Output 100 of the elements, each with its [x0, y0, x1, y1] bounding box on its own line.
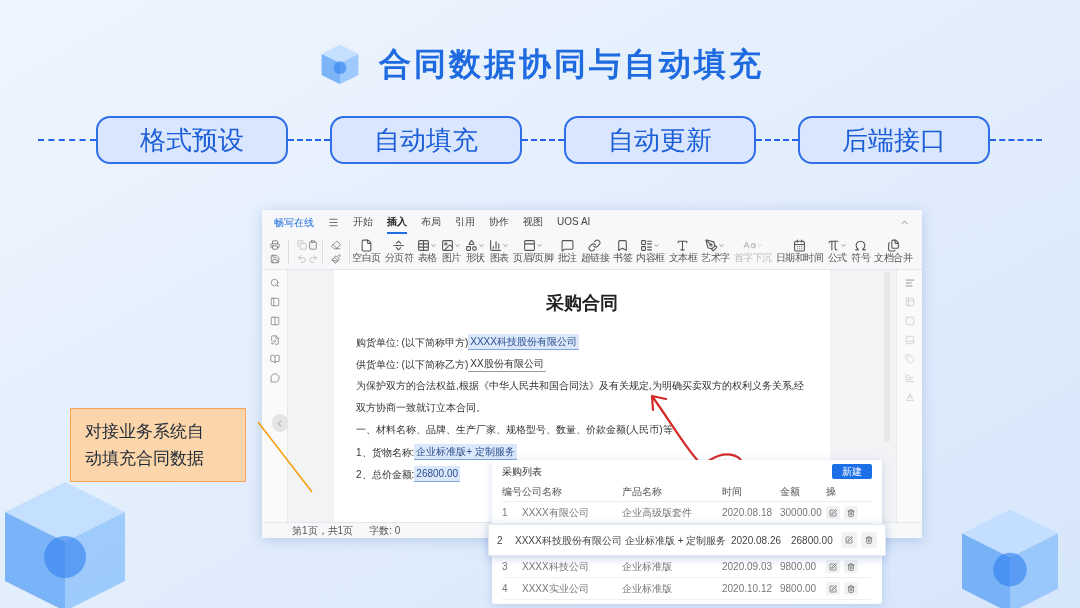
ribbon-tab[interactable]: 开始: [353, 210, 373, 234]
ribbon-tab[interactable]: 引用: [455, 210, 475, 234]
caret-icon: [454, 242, 462, 249]
edit-document-icon[interactable]: [269, 335, 280, 345]
collapse-panel-button[interactable]: [271, 414, 288, 432]
toolbar-button[interactable]: 分页符: [382, 239, 416, 264]
toolbar-button[interactable]: 批注: [555, 239, 579, 264]
paragraph: 一、材料名称、品牌、生产厂家、规格型号、数量、价款金额(人民币)等: [356, 423, 674, 437]
delete-button[interactable]: [844, 560, 858, 573]
app-name: 畅写在线: [274, 215, 314, 230]
toolbar-button[interactable]: 页眉/页脚: [511, 239, 556, 264]
table-cell-text: 2020.08.18: [722, 506, 774, 520]
toolbar-button[interactable]: 图片: [439, 239, 464, 264]
paste-icon[interactable]: [307, 239, 318, 250]
copy-icon[interactable]: [297, 239, 307, 250]
shapes-icon: [465, 239, 479, 252]
eraser-icon[interactable]: [331, 239, 342, 250]
table-cell-text: 4: [502, 582, 509, 596]
edit-button[interactable]: [826, 506, 840, 519]
column-header: 操: [826, 485, 837, 499]
chart-icon[interactable]: [904, 373, 915, 383]
ribbon-tab[interactable]: 视图: [523, 210, 543, 234]
table-cell-text: 2020.08.26: [731, 533, 783, 548]
filled-field: 26800.00: [414, 466, 461, 482]
toolbar-button[interactable]: 书签: [611, 239, 634, 264]
edit-button[interactable]: [826, 560, 840, 573]
documents-icon: [886, 239, 900, 252]
toolbar-button[interactable]: 表格: [415, 239, 440, 264]
table-row[interactable]: 4 XXXX实业公司 企业标准版 2020.10.12 9800.00: [502, 578, 872, 600]
content-box-icon: [640, 239, 654, 252]
dashed-line: [990, 139, 1042, 141]
search-icon[interactable]: [269, 278, 280, 288]
toolbar-button[interactable]: 公式: [825, 239, 849, 264]
menu-icon[interactable]: [328, 216, 339, 228]
panel-icon[interactable]: [269, 297, 280, 307]
field-label: 2、总价金额:: [356, 467, 415, 482]
column-header: 时间: [722, 485, 743, 499]
redo-icon[interactable]: [307, 253, 318, 264]
toolbar-button[interactable]: 文档合并: [872, 239, 914, 264]
caret-icon: [478, 242, 486, 249]
toolbar-button[interactable]: 图表: [487, 239, 512, 264]
toolbar-button[interactable]: 内容框: [634, 239, 667, 264]
image-icon: [441, 239, 455, 252]
toolbar-button[interactable]: 超链接: [578, 239, 611, 264]
table-cell-text: 2020.10.12: [722, 582, 774, 596]
ribbon-tab[interactable]: 布局: [421, 210, 441, 234]
bookmark-icon: [616, 239, 629, 252]
delete-button[interactable]: [861, 532, 877, 548]
caret-icon: [755, 242, 763, 249]
caret-icon: [502, 242, 510, 249]
table-row[interactable]: 3 XXXX科技公司 企业标准版 2020.09.03 9800.00: [502, 556, 872, 578]
bar-chart-icon: [489, 239, 503, 252]
edit-button[interactable]: [841, 532, 857, 548]
table-cell-text: 9800.00: [780, 560, 818, 574]
table-cell-text: XXXX科技股份有限公司: [515, 533, 623, 548]
tag-icon[interactable]: [904, 354, 915, 364]
print-icon[interactable]: [270, 239, 280, 250]
paragraph: 为保护双方的合法权益,根据《中华人民共和国合同法》及有关规定,为明确买卖双方的权利义务关系,经双方协商一致就订立本合同。: [356, 379, 806, 415]
trash-icon: [865, 536, 873, 544]
comment-icon[interactable]: [269, 373, 280, 383]
field-label: 供货单位: (以下简称乙方): [356, 357, 469, 372]
page-break-icon: [392, 239, 406, 252]
table-cell-text: 26800.00: [791, 533, 834, 548]
table-icon[interactable]: [904, 297, 915, 307]
book-icon[interactable]: [269, 354, 280, 364]
toolbar-button[interactable]: 日期和时间: [773, 239, 825, 264]
table-cell-text: 1: [502, 506, 509, 520]
new-button[interactable]: 新建: [832, 463, 872, 479]
ribbon-tab[interactable]: 协作: [489, 210, 509, 234]
step-pill: 自动填充: [330, 116, 522, 164]
columns-icon[interactable]: [269, 316, 280, 326]
edit-icon: [845, 536, 853, 544]
brush-icon[interactable]: [331, 253, 342, 264]
status-text: 第1页，共1页: [292, 524, 354, 538]
toolbar-button[interactable]: 符号: [849, 239, 872, 264]
slide-title: 合同数据协同与自动填充: [378, 45, 764, 84]
toolbar-button[interactable]: 文本框: [666, 239, 699, 264]
calendar-icon: [792, 239, 806, 252]
toolbar-button[interactable]: 形状: [463, 239, 488, 264]
status-text: 字数: 0: [369, 524, 401, 538]
trash-icon: [847, 584, 855, 593]
edit-button[interactable]: [826, 582, 840, 595]
header-footer-icon[interactable]: [904, 335, 915, 345]
selected-row[interactable]: 2 XXXX科技股份有限公司 企业标准版 + 定制服务 2020.08.26 26800.00: [488, 524, 886, 556]
pen-icon: [705, 239, 719, 252]
undo-icon[interactable]: [297, 253, 307, 264]
ribbon-tab[interactable]: UOS AI: [557, 210, 591, 234]
table-cell-text: XXXX有限公司: [522, 506, 590, 520]
toolbar-button[interactable]: 艺术字: [699, 239, 732, 264]
header-footer-icon: [523, 239, 537, 252]
toolbar-button[interactable]: 空白页: [350, 239, 383, 264]
shape-icon[interactable]: [904, 316, 915, 326]
save-icon[interactable]: [270, 253, 280, 264]
delete-button[interactable]: [844, 506, 858, 519]
delete-button[interactable]: [844, 582, 858, 595]
trash-icon: [847, 562, 855, 571]
paragraph-icon[interactable]: [904, 278, 915, 288]
filled-field: XX股份有限公司: [468, 356, 546, 372]
comment-icon: [560, 239, 574, 252]
text-art-icon[interactable]: [904, 392, 915, 402]
